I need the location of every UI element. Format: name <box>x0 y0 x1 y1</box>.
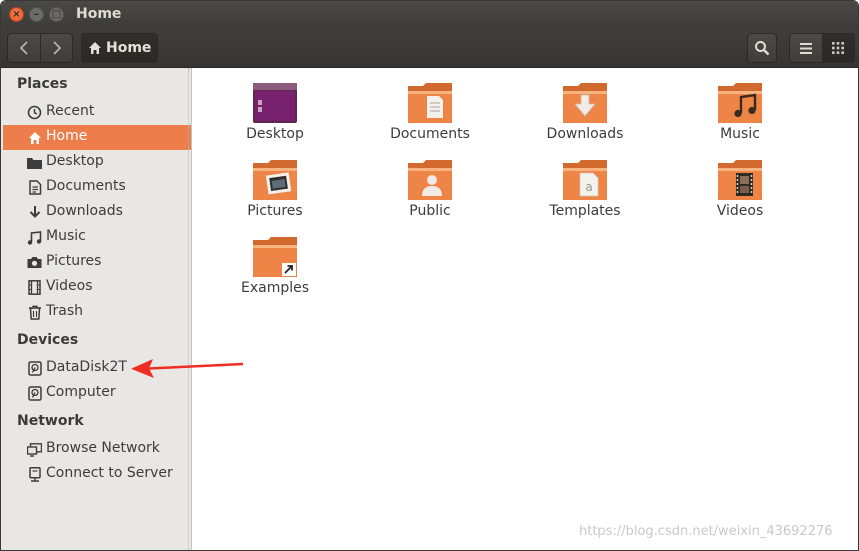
chevron-right-icon <box>52 41 61 55</box>
list-view-icon <box>799 42 812 54</box>
sidebar-item-computer[interactable]: Computer <box>3 381 191 406</box>
drive-icon <box>27 361 42 376</box>
sidebar-item-music[interactable]: Music <box>3 225 191 250</box>
desktop-folder-icon <box>27 155 42 170</box>
film-icon <box>27 280 42 295</box>
network-icon <box>27 442 42 457</box>
clock-icon <box>27 105 42 120</box>
sidebar-item-label: Music <box>46 228 86 244</box>
music-icon <box>27 230 42 245</box>
sidebar-item-desktop[interactable]: Desktop <box>3 150 191 175</box>
folder-label: Desktop <box>246 126 304 142</box>
home-icon <box>27 130 42 145</box>
watermark-text: https://blog.csdn.net/weixin_43692276 <box>579 524 833 539</box>
sidebar-item-home[interactable]: Home <box>3 125 191 150</box>
folder-videos[interactable]: Videos <box>680 145 800 219</box>
examples-folder-icon <box>253 237 297 277</box>
path-bar-home-button[interactable]: Home <box>81 33 159 63</box>
trash-icon <box>27 305 42 320</box>
folder-downloads[interactable]: Downloads <box>525 68 645 142</box>
sidebar-item-label: Computer <box>46 384 116 400</box>
folder-label: Documents <box>390 126 470 142</box>
file-manager-window: × – □ Home Home Places Recent Home Deskt… <box>0 0 859 551</box>
folder-label: Public <box>409 203 451 219</box>
maximize-icon: □ <box>51 8 62 20</box>
title-bar: × – □ Home <box>1 1 858 29</box>
search-button[interactable] <box>747 33 777 63</box>
folder-music[interactable]: Music <box>680 68 800 142</box>
view-mode-toggle <box>789 33 855 63</box>
sidebar-item-label: Connect to Server <box>46 465 173 481</box>
sidebar-item-pictures[interactable]: Pictures <box>3 250 191 275</box>
videos-folder-icon <box>718 160 762 200</box>
drive-icon <box>27 386 42 401</box>
home-icon <box>89 42 101 54</box>
folder-label: Examples <box>240 280 310 296</box>
window-title: Home <box>76 6 122 22</box>
maximize-window-button[interactable]: □ <box>49 7 64 22</box>
sidebar-item-label: Videos <box>46 278 93 294</box>
minimize-icon: – <box>34 8 39 20</box>
toolbar: Home <box>1 29 858 68</box>
close-icon: × <box>12 8 21 20</box>
folder-desktop[interactable]: Desktop <box>215 68 335 142</box>
close-window-button[interactable]: × <box>9 7 24 22</box>
sidebar-item-label: Desktop <box>46 153 104 169</box>
sidebar-item-label: Trash <box>46 303 83 319</box>
camera-icon <box>27 255 42 270</box>
sidebar-item-trash[interactable]: Trash <box>3 300 191 325</box>
sidebar-item-label: Home <box>46 128 88 144</box>
sidebar-item-downloads[interactable]: Downloads <box>3 200 191 225</box>
back-button[interactable] <box>8 34 40 62</box>
download-icon <box>27 205 42 220</box>
documents-folder-icon <box>408 83 452 123</box>
folder-label: Downloads <box>546 126 624 142</box>
sidebar-item-label: Documents <box>46 178 126 194</box>
pictures-folder-icon <box>253 160 297 200</box>
sidebar-item-browse-network[interactable]: Browse Network <box>3 437 191 462</box>
devices-heading: Devices <box>17 332 79 348</box>
sidebar-item-videos[interactable]: Videos <box>3 275 191 300</box>
folder-templates[interactable]: a Templates <box>525 145 645 219</box>
sidebar-item-label: Browse Network <box>46 440 160 456</box>
svg-text:a: a <box>585 180 592 194</box>
path-bar-label: Home <box>106 40 152 56</box>
places-heading: Places <box>17 76 68 92</box>
search-icon <box>755 41 770 56</box>
downloads-folder-icon <box>563 83 607 123</box>
sidebar-resize-handle[interactable] <box>188 68 191 550</box>
network-heading: Network <box>17 413 84 429</box>
sidebar-item-connect-to-server[interactable]: Connect to Server <box>3 462 191 487</box>
folder-label: Videos <box>716 203 764 219</box>
server-icon <box>27 467 42 482</box>
sidebar-item-documents[interactable]: Documents <box>3 175 191 200</box>
file-grid: Desktop Documents Downloads Music Pictur… <box>193 68 858 550</box>
music-folder-icon <box>718 83 762 123</box>
sidebar-item-label: Recent <box>46 103 95 119</box>
folder-label: Templates <box>549 203 621 219</box>
folder-public[interactable]: Public <box>370 145 490 219</box>
folder-pictures[interactable]: Pictures <box>215 145 335 219</box>
public-folder-icon <box>408 160 452 200</box>
sidebar-item-label: Pictures <box>46 253 102 269</box>
minimize-window-button[interactable]: – <box>29 7 44 22</box>
desktop-folder-icon <box>253 83 297 123</box>
folder-label: Pictures <box>247 203 303 219</box>
sidebar-item-label: Downloads <box>46 203 123 219</box>
list-view-button[interactable] <box>790 34 822 62</box>
folder-label: Music <box>720 126 760 142</box>
grid-view-button[interactable] <box>821 34 854 62</box>
forward-button[interactable] <box>40 34 72 62</box>
folder-examples[interactable]: Examples <box>215 222 335 296</box>
sidebar-item-label: DataDisk2T <box>46 359 127 375</box>
navigation-buttons <box>7 33 73 63</box>
sidebar-item-recent[interactable]: Recent <box>3 100 191 125</box>
chevron-left-icon <box>19 41 28 55</box>
grid-view-icon <box>832 42 845 54</box>
annotation-arrow-icon <box>131 359 244 378</box>
templates-folder-icon: a <box>563 160 607 200</box>
document-icon <box>27 180 42 195</box>
folder-documents[interactable]: Documents <box>370 68 490 142</box>
sidebar: Places Recent Home Desktop Documents Dow… <box>1 68 192 550</box>
